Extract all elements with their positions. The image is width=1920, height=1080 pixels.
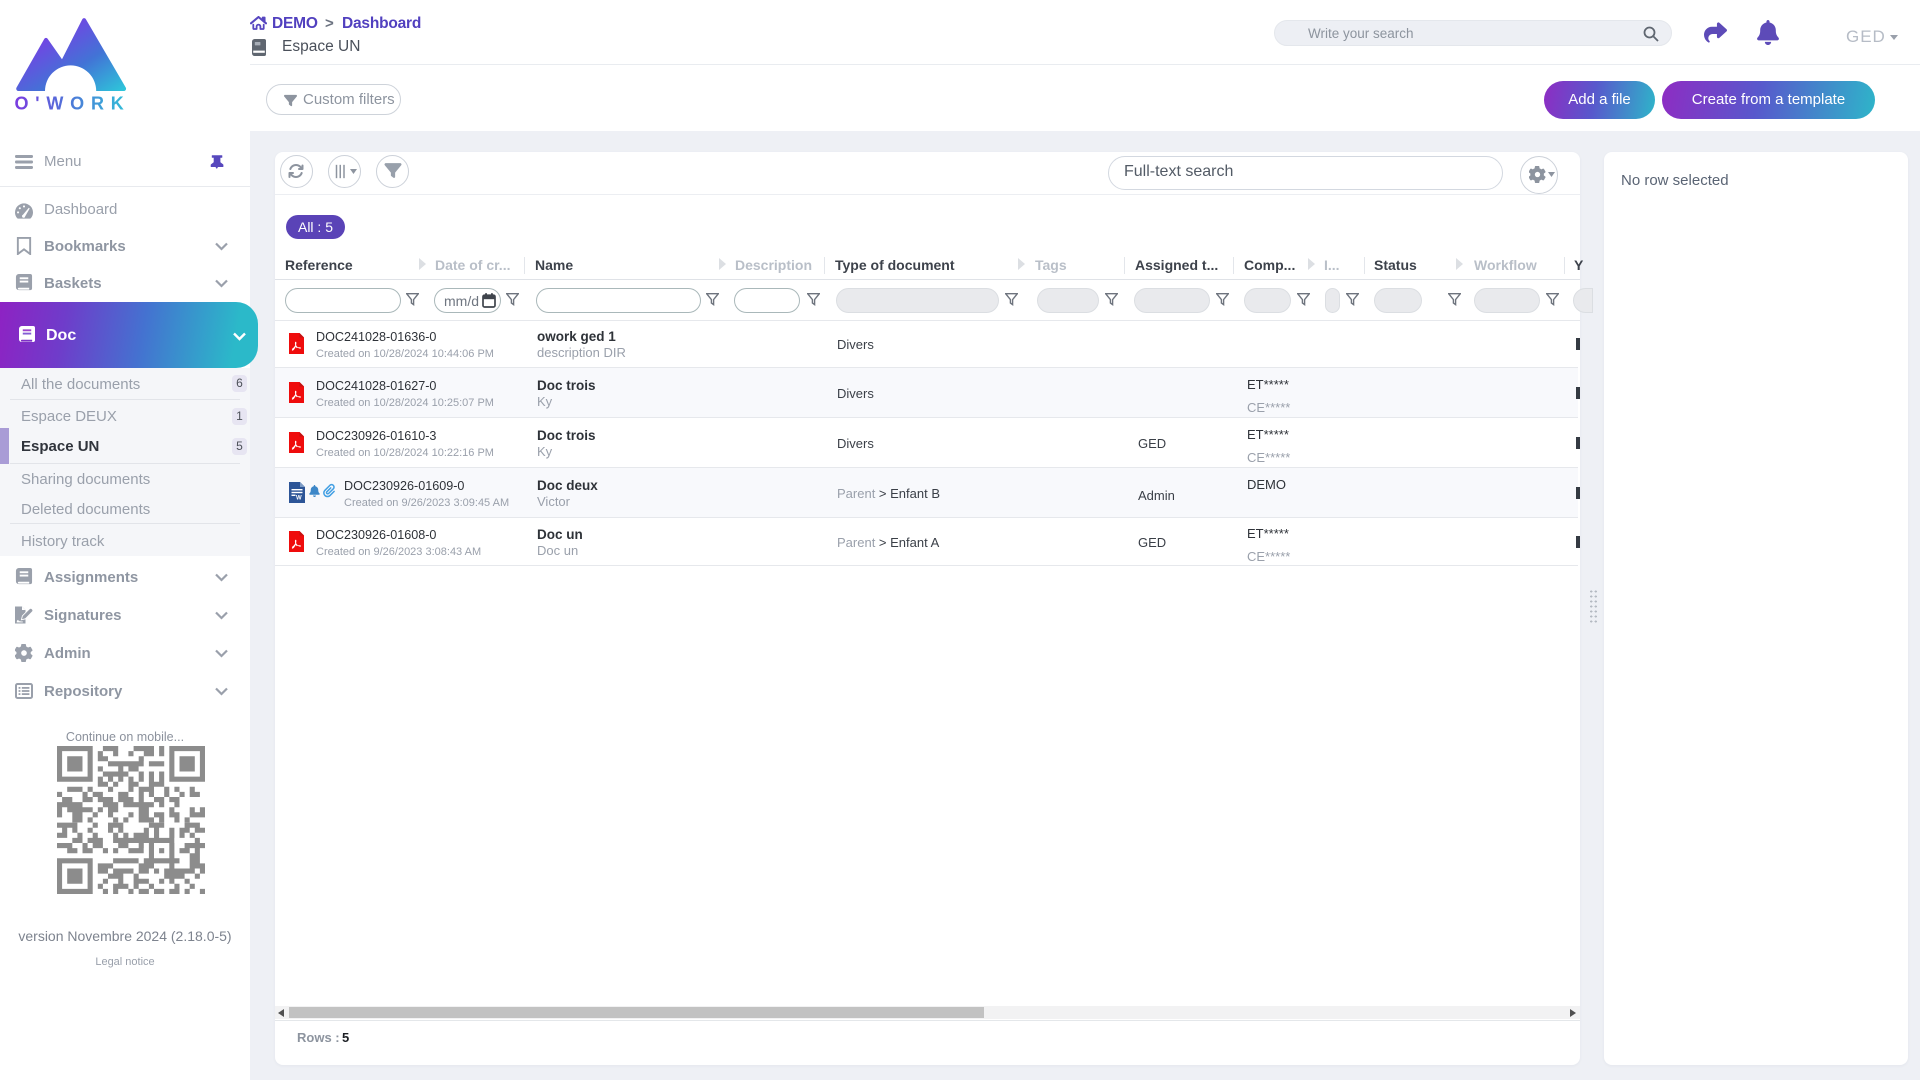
svg-text:O'WORK: O'WORK xyxy=(15,94,130,114)
svg-text:W: W xyxy=(296,496,302,502)
